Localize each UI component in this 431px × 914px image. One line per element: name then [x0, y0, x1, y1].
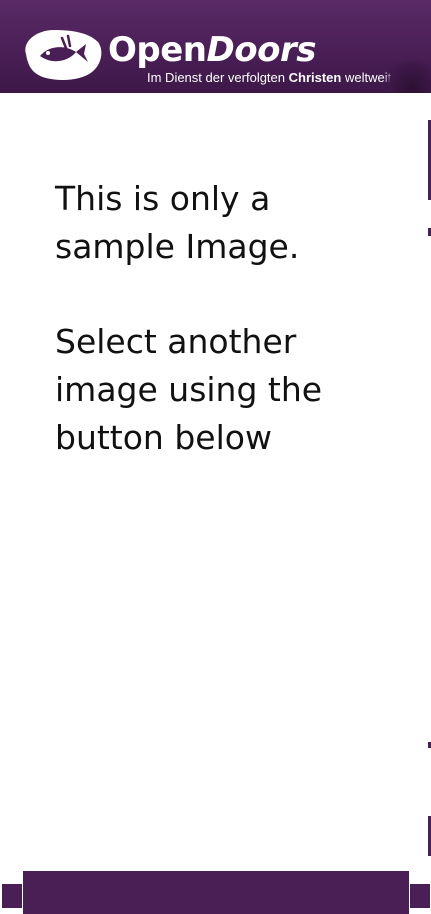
brand-tagline: Im Dienst der verfolgten Christen weltwe…	[147, 70, 391, 86]
message-line: sample Image.	[55, 227, 300, 266]
open-doors-banner: OpenDoors Im Dienst der verfolgten Chris…	[0, 0, 431, 93]
sample-image-message: This is only a sample Image. Select anot…	[55, 175, 395, 462]
tagline-prefix: Im Dienst der verfolgten	[147, 70, 289, 85]
sample-image-page: OpenDoors Im Dienst der verfolgten Chris…	[0, 0, 431, 914]
message-gap	[55, 271, 395, 318]
bottom-right-marker	[410, 884, 430, 908]
brand-name-doors: Doors	[206, 30, 317, 70]
fish-logo-icon	[25, 30, 102, 80]
bottom-bar[interactable]	[23, 871, 409, 914]
message-line: image using the	[55, 370, 323, 409]
banner-photo	[383, 60, 431, 93]
tagline-bold: Christen	[288, 70, 342, 85]
brand-name: OpenDoors	[108, 30, 316, 70]
message-line: Select another	[55, 322, 297, 361]
brand-name-open: Open	[108, 30, 207, 70]
bottom-left-marker	[2, 884, 22, 908]
message-line: This is only a	[55, 179, 271, 218]
message-line: button below	[55, 418, 272, 457]
